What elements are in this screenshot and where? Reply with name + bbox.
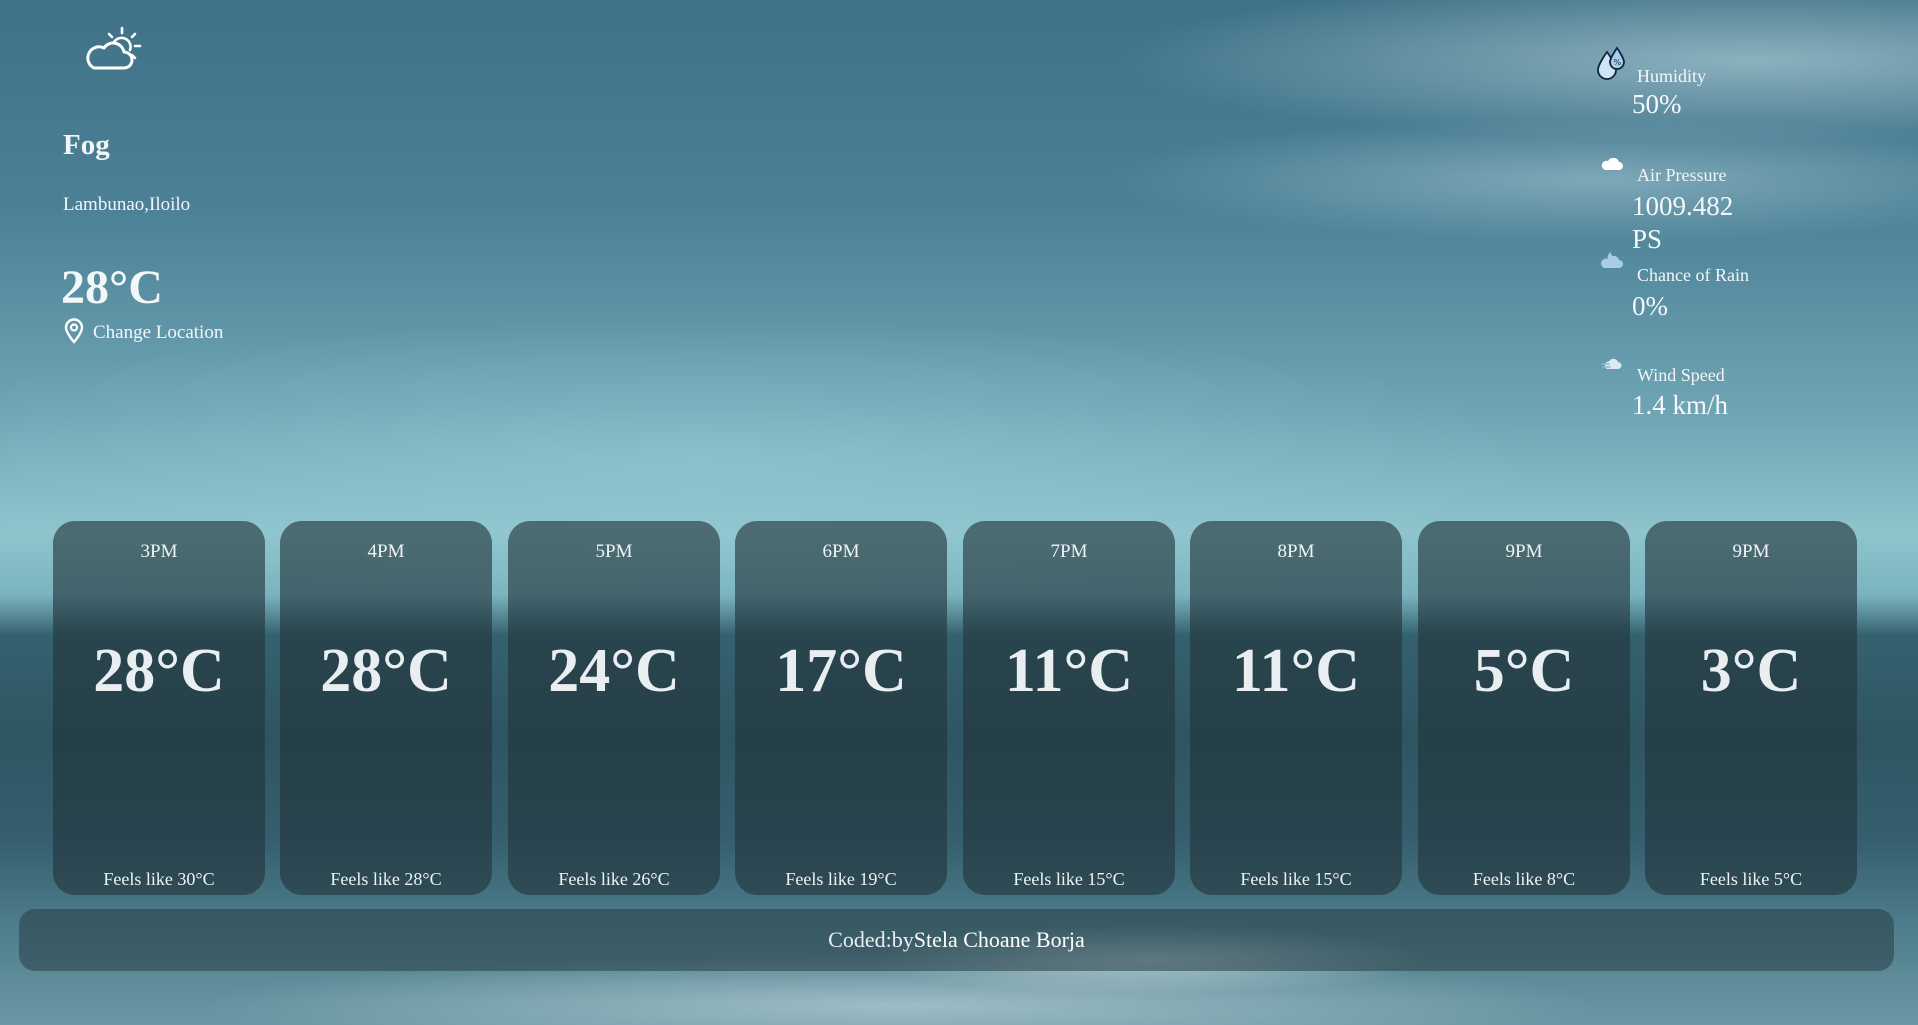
hourly-feels-like: Feels like 26°C — [558, 869, 670, 889]
hourly-time: 7PM — [1050, 541, 1088, 562]
humidity-value: 50% — [1632, 89, 1682, 119]
hourly-temperature: 3°C — [1700, 637, 1802, 705]
hourly-time: 6PM — [822, 541, 860, 562]
chance-of-rain-label: Chance of Rain — [1637, 265, 1749, 285]
location-pin-icon — [64, 318, 84, 344]
hourly-temperature: 28°C — [320, 637, 452, 705]
change-location-label: Change Location — [93, 322, 224, 343]
wind-speed-value: 1.4 km/h — [1632, 390, 1729, 420]
hourly-temperature: 24°C — [548, 637, 680, 705]
hourly-card: 4PM 28°C Feels like 28°C — [280, 521, 492, 895]
hourly-feels-like: Feels like 15°C — [1013, 869, 1125, 889]
wind-speed-label: Wind Speed — [1637, 365, 1725, 385]
hourly-card: 8PM 11°C Feels like 15°C — [1190, 521, 1402, 895]
hourly-feels-like: Feels like 28°C — [330, 869, 442, 889]
hourly-time: 4PM — [367, 541, 405, 562]
weather-condition: Fog — [63, 129, 110, 161]
hourly-time: 3PM — [140, 541, 178, 562]
hourly-time: 5PM — [595, 541, 633, 562]
hourly-temperature: 11°C — [1004, 637, 1134, 705]
hourly-feels-like: Feels like 5°C — [1699, 869, 1803, 889]
humidity-label: Humidity — [1637, 66, 1707, 86]
hourly-card: 9PM 5°C Feels like 8°C — [1418, 521, 1630, 895]
hourly-card: 6PM 17°C Feels like 19°C — [735, 521, 947, 895]
hourly-temperature: 5°C — [1473, 637, 1575, 705]
partly-cloudy-day-icon — [86, 26, 142, 70]
hourly-feels-like: Feels like 19°C — [785, 869, 897, 889]
current-temperature: 28°C — [61, 261, 163, 314]
cloud-icon — [1601, 157, 1623, 170]
hourly-time: 9PM — [1732, 541, 1770, 562]
air-pressure-label: Air Pressure — [1637, 165, 1727, 185]
footer-author: Stela Choane Borja — [913, 927, 1085, 952]
hourly-temperature: 28°C — [93, 637, 225, 705]
chance-of-rain-value: 0% — [1632, 291, 1668, 321]
hourly-card: 9PM 3°C Feels like 5°C — [1645, 521, 1857, 895]
hourly-temperature: 17°C — [775, 637, 907, 705]
hourly-card: 3PM 28°C Feels like 30°C — [53, 521, 265, 895]
hourly-feels-like: Feels like 15°C — [1240, 869, 1352, 889]
hourly-card: 5PM 24°C Feels like 26°C — [508, 521, 720, 895]
footer-credit: Coded:by Stela Choane Borja — [19, 909, 1894, 971]
hourly-feels-like: Feels like 8°C — [1472, 869, 1576, 889]
hourly-temperature: 11°C — [1231, 637, 1361, 705]
hourly-feels-like: Feels like 30°C — [103, 869, 215, 889]
footer-prefix: Coded:by — [828, 927, 914, 952]
change-location-link[interactable]: Change Location — [64, 318, 223, 344]
wind-icon — [1601, 358, 1622, 369]
location-name: Lambunao,Iloilo — [63, 194, 191, 215]
hourly-forecast: 3PM 28°C Feels like 30°C 4PM 28°C Feels … — [53, 521, 1859, 895]
svg-text:%: % — [1614, 58, 1622, 67]
hourly-card: 7PM 11°C Feels like 15°C — [963, 521, 1175, 895]
air-pressure-value: 1009.482 PS — [1632, 191, 1734, 254]
rain-cloud-icon — [1601, 252, 1623, 268]
hourly-time: 9PM — [1505, 541, 1543, 562]
hourly-time: 8PM — [1277, 541, 1315, 562]
humidity-drop-icon: % — [1597, 46, 1625, 80]
